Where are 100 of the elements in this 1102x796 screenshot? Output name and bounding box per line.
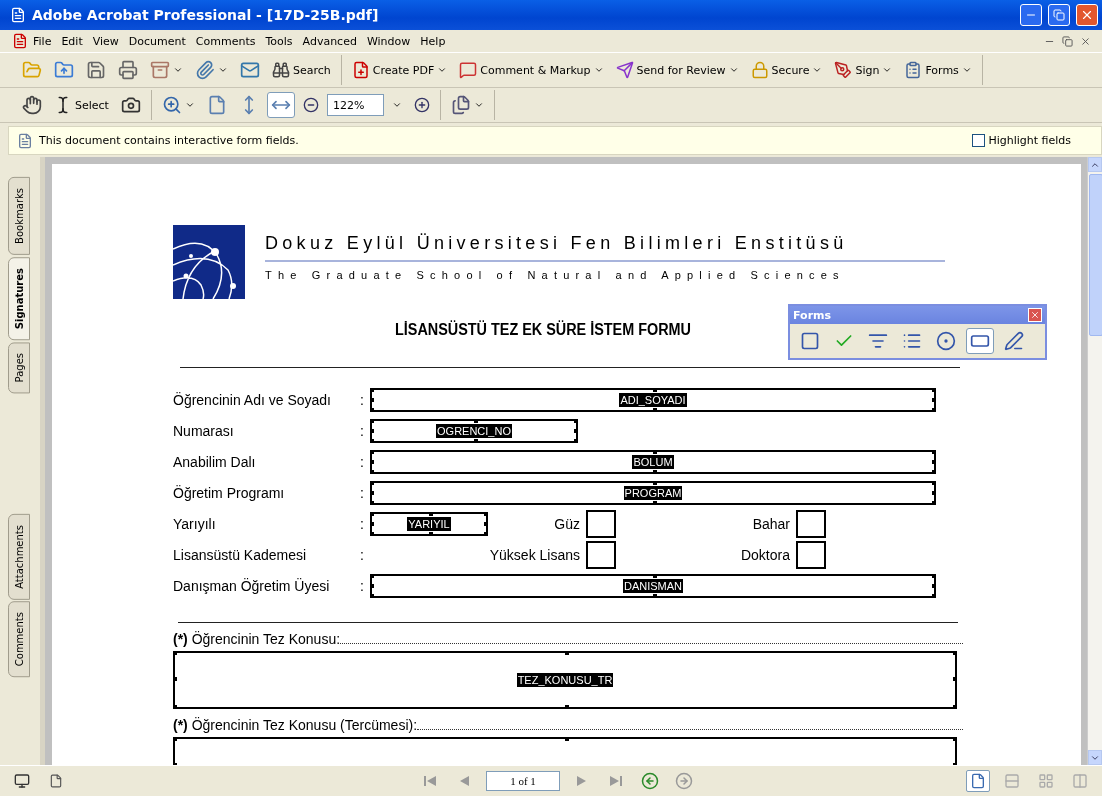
- send-icon: [615, 61, 634, 79]
- caret-icon: [391, 100, 402, 110]
- menu-item[interactable]: Advanced: [297, 34, 362, 48]
- field-label: Numarası: [173, 422, 235, 439]
- option-label: Yüksek Lisans: [488, 546, 580, 563]
- folder-icon: [22, 60, 42, 80]
- menu-item[interactable]: Comments: [190, 34, 261, 48]
- radio-button-icon: [936, 331, 956, 351]
- select-tool-button[interactable]: Select: [50, 92, 113, 118]
- field-label: Lisansüstü Kademesi: [173, 546, 308, 563]
- restore-icon: [1053, 9, 1065, 21]
- scroll-thumb[interactable]: [1089, 174, 1102, 336]
- forms-icon: [904, 61, 923, 79]
- next-page-icon: [577, 775, 587, 787]
- facing-icon: [1072, 773, 1088, 789]
- institute-title: Dokuz Eylül Üniversitesi Fen Bilimleri Enstitüsü: [265, 233, 945, 262]
- close-button[interactable]: [1028, 308, 1042, 322]
- task-button[interactable]: Sign: [830, 57, 897, 83]
- form-field[interactable]: OGRENCI_NO: [370, 418, 578, 443]
- form-field[interactable]: PROGRAM: [370, 480, 936, 505]
- caret-icon: [184, 100, 195, 110]
- pen-icon: [1004, 331, 1024, 351]
- task-button[interactable]: Create PDF: [347, 57, 452, 83]
- pdf-file-icon: [351, 61, 370, 79]
- button-tool-icon: [800, 331, 820, 351]
- menu-item[interactable]: File: [28, 34, 57, 48]
- task-button[interactable]: Comment & Markup: [455, 57, 608, 83]
- field-label: Anabilim Dalı: [173, 453, 257, 470]
- view-button[interactable]: [266, 92, 295, 118]
- option-label: Bahar: [751, 515, 790, 532]
- pdf-icon: [10, 7, 26, 23]
- form-field[interactable]: YARIYIL: [370, 511, 488, 536]
- menu-item[interactable]: View: [87, 34, 124, 48]
- institute-subtitle: The Graduate School of Natural and Applied Sciences: [265, 268, 846, 281]
- window-title: Adobe Acrobat Professional - [17D-25B.pdf]: [32, 7, 380, 23]
- zoom-in-icon: [413, 97, 430, 113]
- nav-tab[interactable]: Signatures: [8, 256, 30, 341]
- caret-icon: [473, 100, 484, 110]
- list-box-icon: [902, 331, 922, 351]
- option-label: Doktora: [739, 546, 790, 563]
- form-field[interactable]: ADI_SOYADI: [370, 387, 936, 412]
- message-text: This document contains interactive form fields.: [39, 134, 300, 147]
- option-label: Güz: [553, 515, 580, 532]
- field-name: BOLUM: [632, 454, 674, 469]
- pages-icon: [450, 95, 471, 115]
- search-button[interactable]: Search: [268, 57, 335, 83]
- zoom-field[interactable]: 122%: [326, 94, 384, 116]
- restore-icon: [1061, 35, 1073, 47]
- form-field[interactable]: TEZ_KONUSU_TR: [173, 651, 957, 709]
- menu-item[interactable]: Window: [361, 34, 416, 48]
- form-tool-button[interactable]: [966, 328, 994, 354]
- field-label: Danışman Öğretim Üyesi: [173, 577, 331, 594]
- task-button[interactable]: Send for Review: [611, 57, 743, 83]
- menu-item[interactable]: Help: [415, 34, 451, 48]
- page-layout-button[interactable]: [966, 770, 990, 792]
- nav-tab[interactable]: Bookmarks: [8, 177, 30, 255]
- menu-item[interactable]: Document: [123, 34, 191, 48]
- save-icon: [86, 60, 106, 80]
- highlight-fields-checkbox[interactable]: Highlight fields: [972, 134, 1071, 147]
- minimize-button[interactable]: [1020, 4, 1042, 26]
- form-field[interactable]: DANISMAN: [370, 573, 936, 598]
- checkbox[interactable]: [586, 540, 616, 569]
- lock-icon: [750, 61, 769, 79]
- single-page-icon: [970, 773, 986, 789]
- scroll-up-button[interactable]: [1088, 157, 1102, 172]
- colon: :: [360, 484, 365, 501]
- menu-item[interactable]: Tools: [260, 34, 298, 48]
- monitor-icon: [14, 773, 30, 789]
- field-name: TEZ_KONUSU_TR: [516, 673, 614, 687]
- close-icon: [1080, 8, 1094, 22]
- colon: :: [360, 515, 365, 532]
- camera-icon: [120, 95, 141, 115]
- close-button[interactable]: [1076, 4, 1098, 26]
- form-title: LİSANSÜSTÜ TEZ EK SÜRE İSTEM FORMU: [395, 321, 692, 339]
- nav-tab[interactable]: Pages: [8, 342, 30, 394]
- last-page-icon: [610, 775, 622, 787]
- toolbar-title: Forms: [793, 308, 832, 322]
- combo-box-icon: [868, 331, 888, 351]
- caret-icon: [173, 65, 183, 75]
- field-name: DANISMAN: [622, 578, 684, 593]
- task-button[interactable]: Forms: [900, 57, 976, 83]
- mail-icon: [240, 60, 260, 80]
- page-number-field[interactable]: 1 of 1: [486, 771, 560, 791]
- restore-button[interactable]: [1048, 4, 1070, 26]
- archive-icon: [150, 60, 170, 80]
- checkbox[interactable]: [586, 509, 616, 538]
- checkbox[interactable]: [796, 509, 826, 538]
- field-label: Yarıyılı: [173, 515, 217, 532]
- caret-icon: [218, 65, 228, 75]
- section-label: (*) Öğrencinin Tez Konusu (Tercümesi):: [173, 717, 418, 733]
- nav-tab[interactable]: Comments: [8, 601, 30, 678]
- form-field[interactable]: BOLUM: [370, 449, 936, 474]
- first-page-icon: [424, 775, 436, 787]
- checkbox[interactable]: [796, 540, 826, 569]
- field-name: YARIYIL: [407, 516, 451, 531]
- task-button[interactable]: Secure: [746, 57, 827, 83]
- page-icon: [49, 774, 63, 788]
- nav-tab[interactable]: Attachments: [8, 513, 30, 600]
- menu-item[interactable]: Edit: [56, 34, 88, 48]
- colon: :: [360, 577, 365, 594]
